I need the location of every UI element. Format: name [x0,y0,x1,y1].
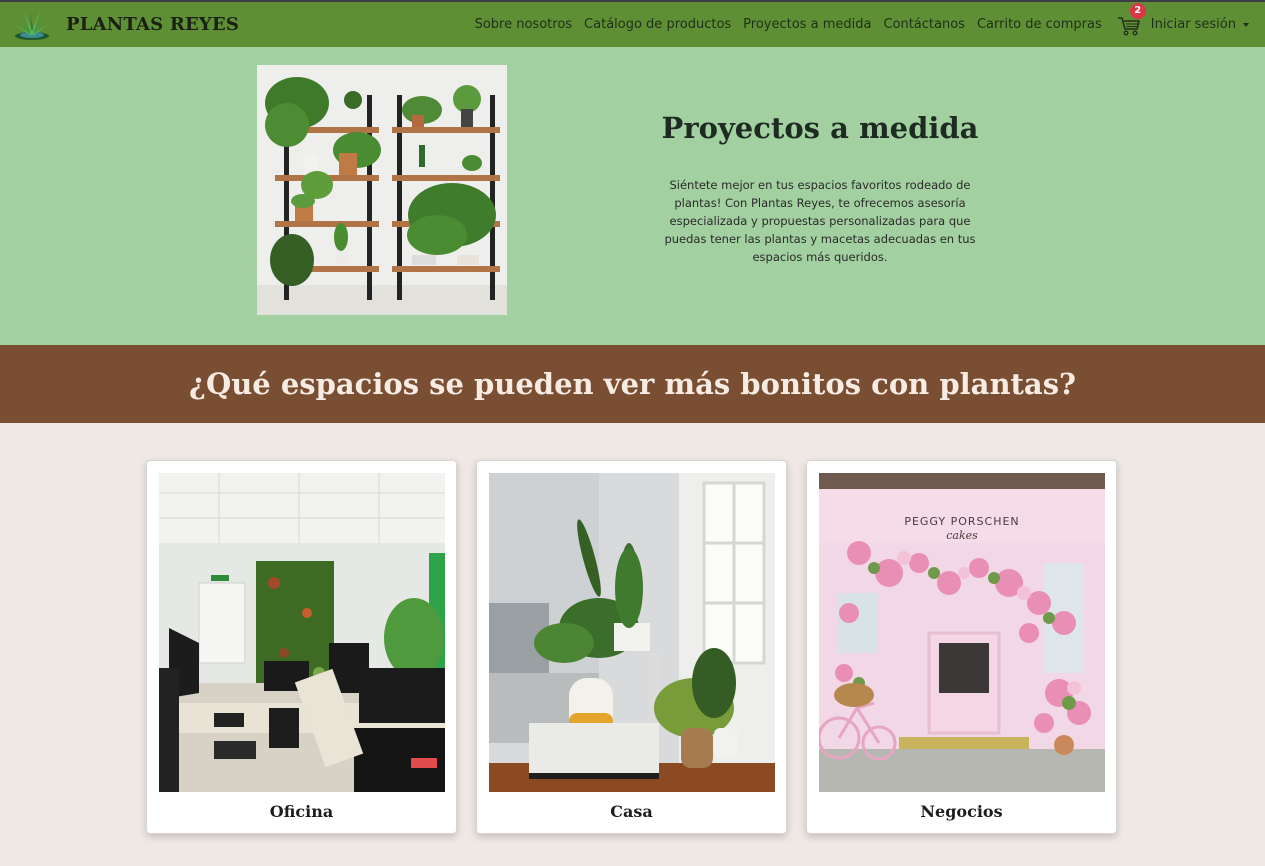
office-image [159,473,445,792]
business-image: PEGGY PORSCHEN cakes [819,473,1105,792]
hero-shelf-image [257,65,507,315]
nav-links: Sobre nosotros Catálogo de productos Pro… [475,2,1265,47]
cart-count-badge: 2 [1129,2,1146,19]
hero-section: Proyectos a medida Siéntete mejor en tus… [0,47,1265,345]
caret-down-icon [1243,22,1249,27]
login-dropdown[interactable]: Iniciar sesión [1151,17,1249,32]
nav-link-about[interactable]: Sobre nosotros [475,17,572,32]
nav-link-contact[interactable]: Contáctanos [883,17,965,32]
cart-button[interactable]: 2 [1116,2,1146,38]
banner-title: ¿Qué espacios se pueden ver más bonitos … [188,367,1077,401]
card-title-home: Casa [610,802,653,821]
brand-name: PLANTAS REYES [66,14,240,35]
navbar: PLANTAS REYES Sobre nosotros Catálogo de… [0,0,1265,47]
brand-link[interactable]: PLANTAS REYES [13,8,239,42]
card-title-office: Oficina [269,802,334,821]
card-business[interactable]: PEGGY PORSCHEN cakes Negocios [806,460,1117,834]
spaces-banner: ¿Qué espacios se pueden ver más bonitos … [0,345,1265,423]
shop-sign-text: PEGGY PORSCHEN [904,515,1019,528]
hero-description: Siéntete mejor en tus espacios favoritos… [664,178,976,264]
shop-sign-sub-text: cakes [946,529,978,542]
home-image [489,473,775,792]
hero-title: Proyectos a medida [661,111,979,145]
card-office[interactable]: Oficina [146,460,457,834]
card-title-business: Negocios [920,802,1003,821]
card-home[interactable]: Casa [476,460,787,834]
agave-plant-logo-icon [14,9,50,40]
nav-link-custom-projects[interactable]: Proyectos a medida [743,17,871,32]
login-label: Iniciar sesión [1150,17,1236,32]
nav-link-catalog[interactable]: Catálogo de productos [584,17,731,32]
nav-link-cart[interactable]: Carrito de compras [977,17,1102,32]
